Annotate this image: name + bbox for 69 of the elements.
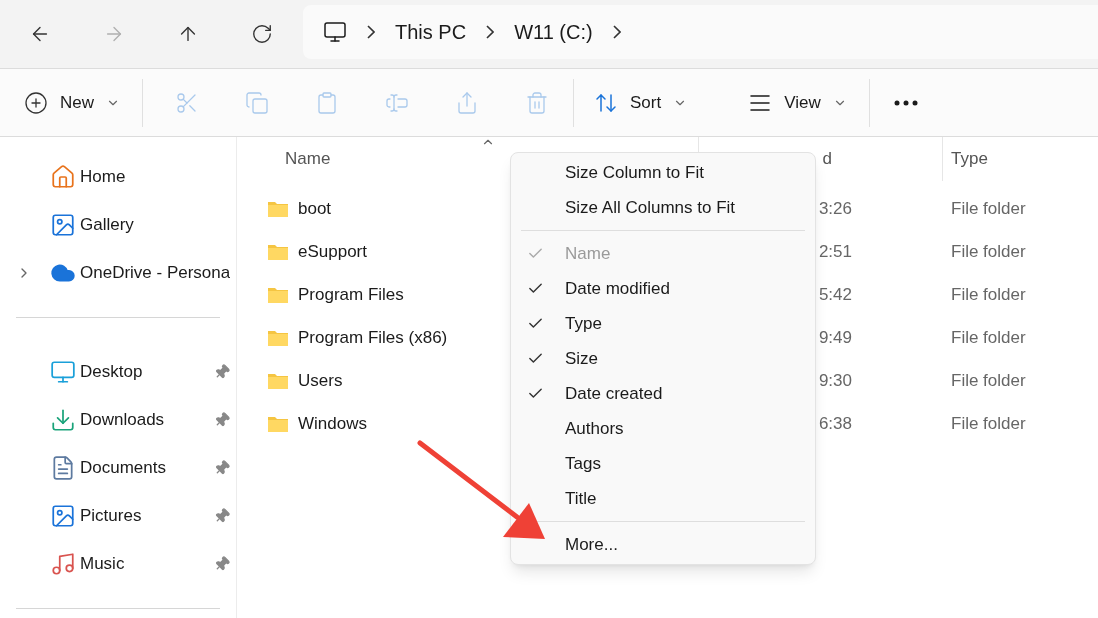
chevron-icon bbox=[486, 25, 495, 39]
menu-item[interactable]: Title bbox=[511, 481, 815, 516]
folder-icon bbox=[267, 328, 289, 347]
menu-item[interactable]: Tags bbox=[511, 446, 815, 481]
folder-icon bbox=[267, 414, 289, 433]
more-icon bbox=[893, 99, 918, 106]
sidebar-item[interactable]: OneDrive - Persona bbox=[0, 249, 236, 297]
type-cell: File folder bbox=[951, 284, 1026, 304]
plus-icon bbox=[24, 90, 48, 115]
sidebar-item[interactable]: Home bbox=[0, 153, 236, 201]
menu-item[interactable]: Size All Columns to Fit bbox=[511, 190, 815, 225]
type-cell: File folder bbox=[951, 198, 1026, 218]
menu-item[interactable]: Size bbox=[511, 341, 815, 376]
file-name[interactable]: Users bbox=[298, 367, 343, 394]
date-cell-text: 2:51 bbox=[818, 240, 852, 263]
paste-icon bbox=[315, 90, 339, 115]
menu-item[interactable]: More... bbox=[511, 527, 815, 562]
date-cell-text: 5:42 bbox=[818, 283, 852, 306]
date-cell-text: 6:38 bbox=[818, 412, 852, 435]
type-cell: File folder bbox=[951, 413, 1026, 433]
menu-item[interactable]: Size Column to Fit bbox=[511, 155, 815, 190]
menu-item[interactable]: Date created bbox=[511, 376, 815, 411]
chevron-icon bbox=[612, 25, 621, 39]
breadcrumb-item[interactable]: W11 (C:) bbox=[514, 17, 593, 47]
folder-icon bbox=[267, 199, 289, 218]
share-icon bbox=[455, 90, 479, 115]
breadcrumb-item[interactable]: This PC bbox=[395, 17, 467, 47]
sidebar-item[interactable]: Desktop bbox=[0, 348, 236, 396]
sort-button[interactable]: Sort bbox=[590, 82, 692, 123]
gallery-icon bbox=[50, 212, 76, 238]
chevron-icon bbox=[367, 25, 375, 39]
type-cell: File folder bbox=[951, 327, 1026, 347]
file-name[interactable]: eSupport bbox=[298, 238, 367, 265]
sidebar-item[interactable]: Pictures bbox=[0, 492, 236, 540]
download-icon bbox=[50, 407, 76, 433]
folder-icon bbox=[267, 371, 289, 390]
pictures-icon bbox=[50, 503, 76, 529]
desktop-icon bbox=[50, 359, 76, 385]
date-cell-text: 9:30 bbox=[818, 369, 852, 392]
home-icon bbox=[50, 164, 76, 190]
column-header[interactable]: Name bbox=[285, 146, 331, 172]
music-icon bbox=[50, 551, 76, 577]
delete-icon bbox=[525, 90, 549, 115]
column-header[interactable]: Type bbox=[951, 146, 988, 172]
menu-item[interactable]: Authors bbox=[511, 411, 815, 446]
document-icon bbox=[50, 455, 76, 481]
sidebar-item[interactable]: Gallery bbox=[0, 201, 236, 249]
type-cell: File folder bbox=[951, 241, 1026, 261]
date-cell-text: 9:49 bbox=[818, 326, 852, 349]
file-name[interactable]: Windows bbox=[298, 410, 367, 437]
folder-icon bbox=[267, 242, 289, 261]
folder-icon bbox=[267, 285, 289, 304]
date-cell-text: 3:26 bbox=[818, 197, 852, 220]
file-name[interactable]: Program Files bbox=[298, 281, 404, 308]
menu-item[interactable]: Type bbox=[511, 306, 815, 341]
computer-icon bbox=[323, 20, 347, 44]
new-button[interactable]: New bbox=[16, 82, 128, 123]
sidebar-item[interactable]: Documents bbox=[0, 444, 236, 492]
sidebar-item[interactable]: Downloads bbox=[0, 396, 236, 444]
copy-icon bbox=[245, 90, 269, 115]
view-button[interactable]: View bbox=[744, 82, 851, 123]
address-bar[interactable]: This PC W11 (C:) bbox=[303, 5, 1098, 59]
file-name[interactable]: boot bbox=[298, 195, 332, 222]
file-name[interactable]: Program Files (x86) bbox=[298, 324, 448, 351]
type-cell: File folder bbox=[951, 370, 1026, 390]
sidebar-item[interactable]: Music bbox=[0, 540, 236, 588]
menu-item[interactable]: Date modified bbox=[511, 271, 815, 306]
refresh-icon bbox=[251, 23, 273, 45]
column-header[interactable]: d bbox=[822, 146, 832, 172]
